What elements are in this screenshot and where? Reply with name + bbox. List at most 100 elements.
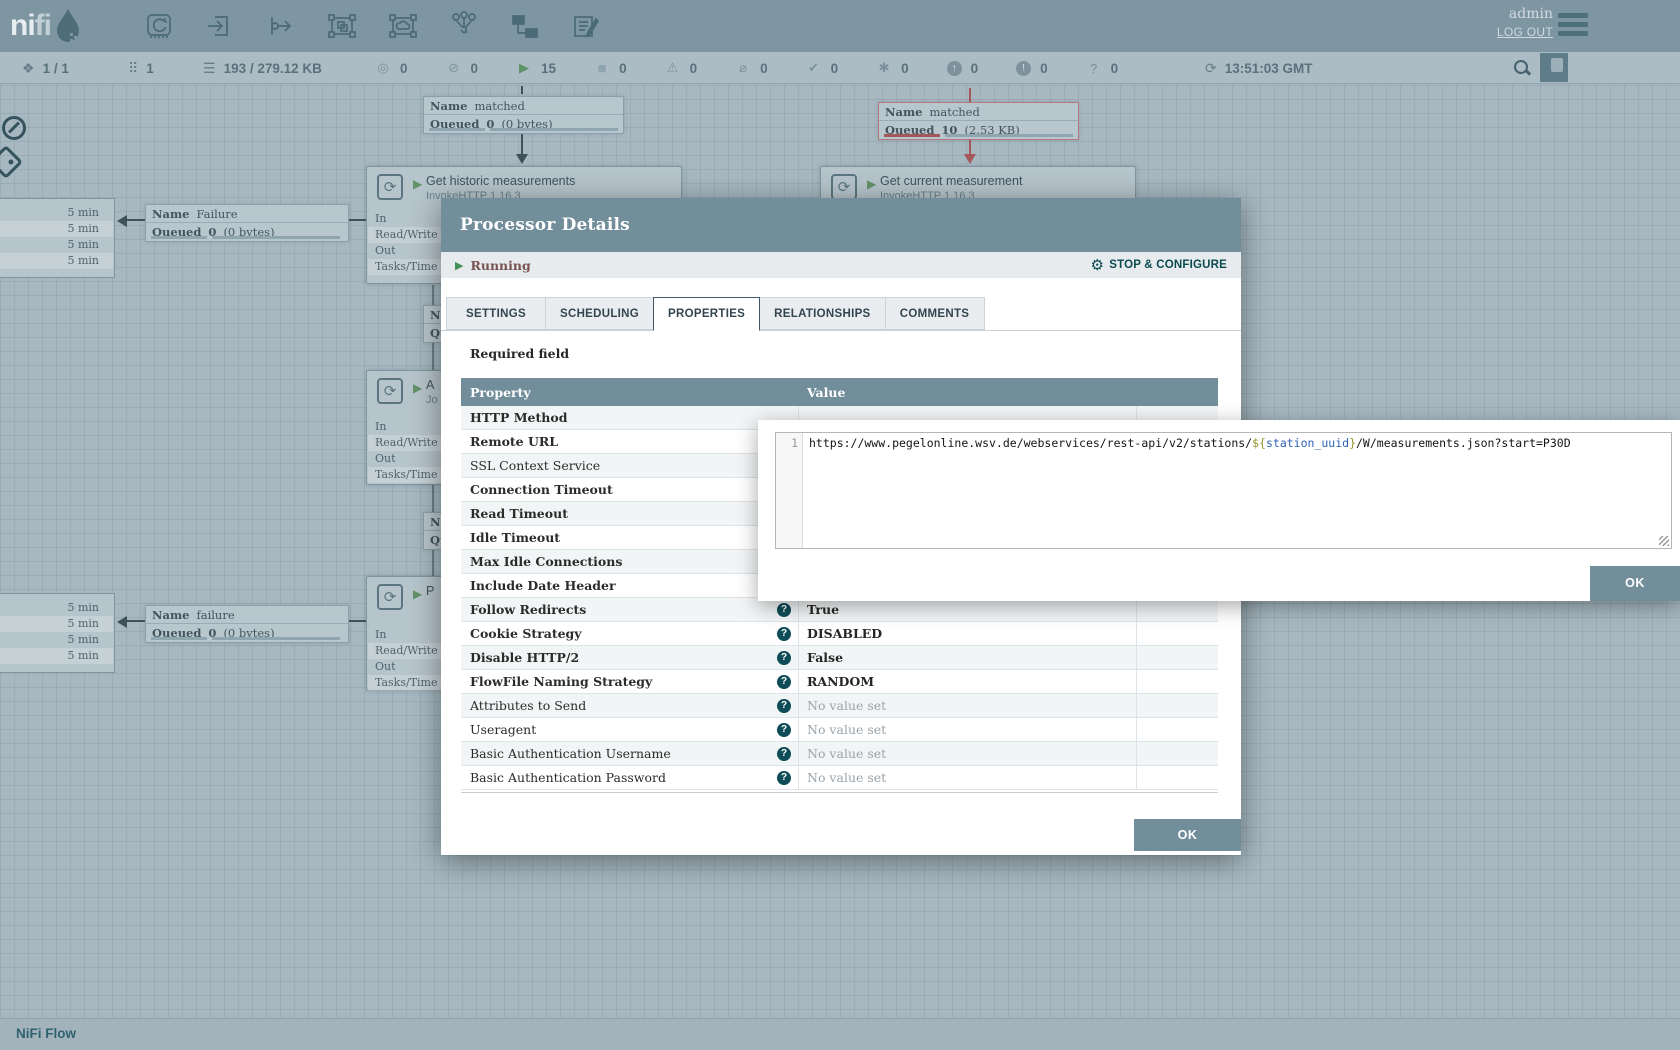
property-row: Attributes to Send ? No value set xyxy=(461,694,1218,718)
stat-window: 5 min xyxy=(0,221,113,237)
property-name: Useragent xyxy=(470,718,536,742)
component-toolbar xyxy=(142,9,603,43)
search-icon[interactable] xyxy=(1513,59,1531,77)
property-value[interactable]: No value set xyxy=(807,766,886,790)
connection-label-matched[interactable]: Namematched Queued0(0 bytes) xyxy=(423,96,624,134)
queue-bar xyxy=(429,128,485,131)
funnel-tool-icon[interactable] xyxy=(447,9,481,43)
process-group-tool-icon[interactable] xyxy=(325,9,359,43)
status-count: 0 xyxy=(619,61,627,76)
property-name: Basic Authentication Username xyxy=(470,742,671,766)
dialog-tab[interactable]: RELATIONSHIPS xyxy=(759,297,885,330)
property-value[interactable]: No value set xyxy=(807,742,886,766)
no-entry-icon xyxy=(2,116,26,140)
help-icon[interactable]: ? xyxy=(777,603,791,617)
help-icon[interactable]: ? xyxy=(777,651,791,665)
processor-tool-icon[interactable] xyxy=(142,9,176,43)
help-icon[interactable]: ? xyxy=(777,675,791,689)
value-editor-textarea[interactable]: 1 https://www.pegelonline.wsv.de/webserv… xyxy=(775,432,1672,549)
property-value[interactable]: DISABLED xyxy=(807,622,882,646)
property-row: Basic Authentication Username ? No value… xyxy=(461,742,1218,766)
connection-label-matched-alert[interactable]: Namematched Queued10(2.53 KB) xyxy=(878,102,1079,140)
dialog-ok-button[interactable]: OK xyxy=(1134,819,1241,851)
running-icon: ▶ xyxy=(867,177,876,191)
queue-bar xyxy=(212,236,340,239)
process-groups-count: 1 xyxy=(146,61,154,76)
processor-title: A xyxy=(426,378,434,392)
output-port-tool-icon[interactable] xyxy=(264,9,298,43)
processor-icon: ⟳ xyxy=(377,174,403,200)
panel-toggle-button[interactable] xyxy=(1540,53,1568,82)
value-editor-popup: 1 https://www.pegelonline.wsv.de/webserv… xyxy=(758,420,1680,601)
status-counter: ▶ 15 xyxy=(516,60,556,76)
help-icon[interactable]: ? xyxy=(777,699,791,713)
property-name: Follow Redirects xyxy=(470,598,586,622)
status-counter: ↑ 0 xyxy=(947,61,979,76)
help-icon[interactable]: ? xyxy=(777,627,791,641)
property-row: Follow Redirects ? True xyxy=(461,598,1218,622)
property-name: Connection Timeout xyxy=(470,478,613,502)
property-value[interactable]: False xyxy=(807,646,843,670)
running-icon: ▶ xyxy=(413,381,422,395)
input-port-tool-icon[interactable] xyxy=(203,9,237,43)
line-number-gutter: 1 xyxy=(776,433,803,548)
connection-line xyxy=(349,620,367,622)
property-value[interactable]: No value set xyxy=(807,694,886,718)
connection-label-failure[interactable]: Namefailure Queued0(0 bytes) xyxy=(145,605,349,643)
refresh-icon[interactable]: ⟳ xyxy=(1205,60,1217,77)
status-counter: ✔ 0 xyxy=(806,60,839,76)
drop-icon xyxy=(51,6,85,46)
dialog-title: Processor Details xyxy=(441,198,1241,252)
property-name: Attributes to Send xyxy=(470,694,586,718)
running-icon: ▶ xyxy=(413,177,422,191)
connection-label-failure[interactable]: NameFailure Queued0(0 bytes) xyxy=(145,204,349,242)
logout-link[interactable]: LOG OUT xyxy=(1497,25,1553,39)
status-icon: ! xyxy=(1016,61,1031,76)
connection-name-value: matched xyxy=(474,99,524,113)
connection-line xyxy=(521,132,523,154)
help-icon[interactable]: ? xyxy=(777,771,791,785)
property-value[interactable]: RANDOM xyxy=(807,670,874,694)
processor-cutoff[interactable]: 5 min5 min5 min5 min xyxy=(0,593,115,673)
nifi-logo: nifi xyxy=(10,6,120,46)
property-name: Basic Authentication Password xyxy=(470,766,666,790)
status-icon: ⚠ xyxy=(665,60,681,76)
remote-url-value[interactable]: https://www.pegelonline.wsv.de/webservic… xyxy=(803,433,1571,548)
property-name: Remote URL xyxy=(470,430,558,454)
dialog-tab[interactable]: PROPERTIES xyxy=(653,297,760,331)
connection-name-value: failure xyxy=(196,608,234,622)
dialog-tab[interactable]: SCHEDULING xyxy=(545,297,654,330)
connection-name-label: Name xyxy=(885,105,922,119)
status-counter: ! 0 xyxy=(1016,61,1048,76)
status-icon: ? xyxy=(1086,61,1102,76)
status-icon: ◎ xyxy=(375,60,391,76)
status-icon: ✔ xyxy=(806,60,822,76)
global-menu-icon[interactable] xyxy=(1558,13,1588,37)
breadcrumb[interactable]: NiFi Flow xyxy=(16,1026,76,1041)
property-value[interactable]: True xyxy=(807,598,839,622)
url-text: https://www.pegelonline.wsv.de/webservic… xyxy=(809,436,1252,450)
running-icon: ▶ xyxy=(413,587,422,601)
template-tool-icon[interactable] xyxy=(508,9,542,43)
help-icon[interactable]: ? xyxy=(777,723,791,737)
status-icon: ✱ xyxy=(876,60,892,76)
remote-process-group-tool-icon[interactable] xyxy=(386,9,420,43)
stop-and-configure-label: STOP & CONFIGURE xyxy=(1109,259,1227,271)
dialog-tab[interactable]: SETTINGS xyxy=(446,297,546,330)
stop-and-configure-button[interactable]: ⚙ STOP & CONFIGURE xyxy=(1091,258,1227,273)
help-icon[interactable]: ? xyxy=(777,747,791,761)
property-value[interactable]: No value set xyxy=(807,718,886,742)
status-count: 0 xyxy=(760,61,768,76)
label-tool-icon[interactable] xyxy=(569,9,603,43)
status-count: 0 xyxy=(831,61,839,76)
queue-bar xyxy=(212,637,340,640)
current-user: admin xyxy=(1497,6,1553,22)
process-groups-icon: ⠿ xyxy=(128,60,138,77)
processor-cutoff[interactable]: 5 min5 min5 min5 min xyxy=(0,198,115,278)
dialog-tab[interactable]: COMMENTS xyxy=(885,297,985,330)
status-count: 15 xyxy=(541,61,556,76)
stat-window: 5 min xyxy=(0,648,113,664)
editor-ok-button[interactable]: OK xyxy=(1590,566,1680,601)
property-name: Disable HTTP/2 xyxy=(470,646,579,670)
connection-arrow-icon xyxy=(516,154,528,164)
